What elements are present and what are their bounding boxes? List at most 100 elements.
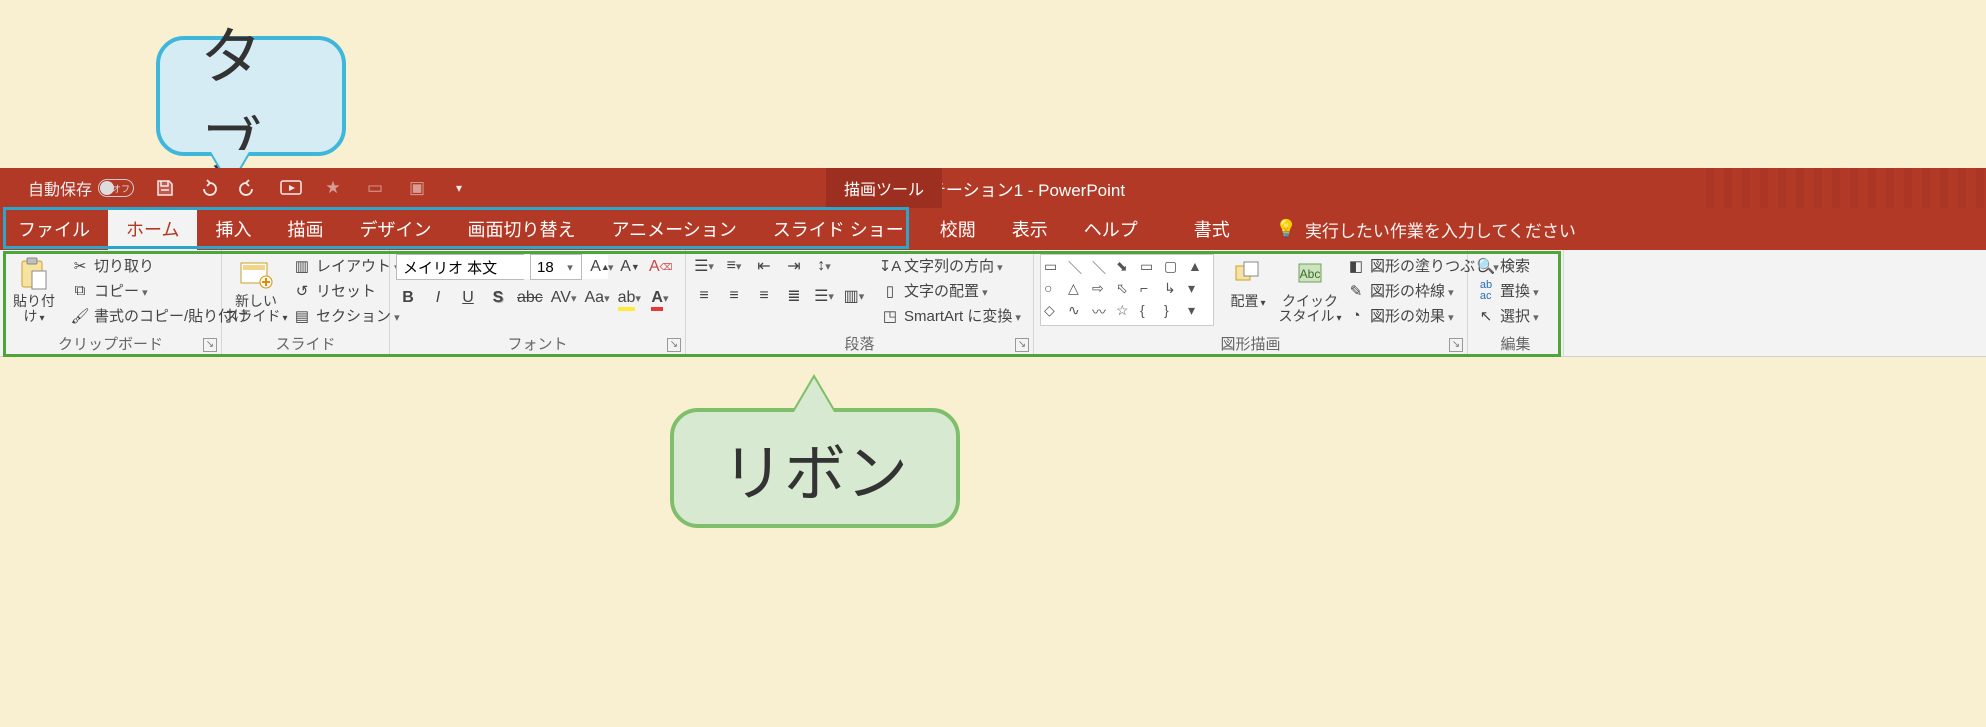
tab-help[interactable]: ヘルプ [1066, 208, 1156, 250]
tab-file[interactable]: ファイル [0, 208, 108, 250]
shape-icon[interactable]: ▭ [1140, 258, 1162, 278]
clear-formatting-icon[interactable]: A⌫ [648, 255, 673, 279]
new-slide-button[interactable]: 新しい スライド [228, 254, 284, 327]
save-icon[interactable] [154, 177, 176, 199]
shape-icon[interactable]: ▲ [1188, 258, 1210, 278]
qat-icon-c[interactable]: ▣ [406, 177, 428, 199]
tab-home[interactable]: ホーム [108, 208, 197, 250]
tab-draw[interactable]: 描画 [269, 208, 341, 250]
justify-button[interactable]: ≣ [782, 284, 806, 308]
layout-icon: ▥ [292, 256, 312, 276]
shape-icon[interactable]: 〰 [1092, 302, 1114, 322]
titlebar-decoration [1706, 168, 1986, 208]
shape-icon[interactable]: ⬊ [1116, 258, 1138, 278]
tab-animations[interactable]: アニメーション [593, 208, 754, 250]
ribbon-tabs: ファイル ホーム 挿入 描画 デザイン 画面切り替え アニメーション スライド … [0, 208, 1986, 250]
drawing-launcher[interactable]: ↘ [1449, 338, 1463, 352]
arrange-button[interactable]: 配置 [1220, 254, 1276, 311]
replace-button[interactable]: abac置換 [1474, 279, 1541, 302]
quick-styles-button[interactable]: Abc クイック スタイル [1282, 254, 1338, 327]
group-font-label: フォント [396, 331, 679, 356]
reset-icon: ↺ [292, 281, 312, 301]
chevron-down-icon[interactable]: ▾ [561, 261, 579, 274]
shape-icon[interactable]: ∿ [1068, 302, 1090, 322]
redo-icon[interactable] [238, 177, 260, 199]
shape-icon[interactable]: ○ [1044, 280, 1066, 300]
italic-button[interactable]: I [426, 286, 450, 310]
shape-icon[interactable]: ◇ [1044, 302, 1066, 322]
qat-customize-icon[interactable]: ▾ [448, 177, 470, 199]
font-color-button[interactable]: A [648, 286, 672, 310]
columns-button[interactable]: ▥ [842, 284, 866, 308]
bold-button[interactable]: B [396, 286, 420, 310]
tell-me-search[interactable]: 💡 実行したい作業を入力してください [1276, 208, 1576, 250]
find-button[interactable]: 🔍検索 [1474, 254, 1541, 277]
text-direction-button[interactable]: ↧A文字列の方向 [878, 254, 1023, 277]
font-name-combo[interactable]: ▾ [396, 254, 524, 280]
highlight-color-button[interactable]: ab [617, 286, 642, 310]
align-text-button[interactable]: ▯文字の配置 [878, 279, 1023, 302]
shapes-gallery[interactable]: ▭＼＼⬊▭▢▲ ○△⇨⬁⌐↳▾ ◇∿〰☆{}▾ [1040, 254, 1214, 326]
clipboard-launcher[interactable]: ↘ [203, 338, 217, 352]
shape-gallery-more-icon[interactable]: ▾ [1188, 302, 1210, 322]
shape-icon[interactable]: ＼ [1068, 258, 1090, 278]
start-from-beginning-icon[interactable] [280, 177, 302, 199]
underline-button[interactable]: U [456, 286, 480, 310]
numbering-button[interactable]: ≡ [722, 254, 746, 278]
change-case-button[interactable]: Aa [583, 286, 610, 310]
tab-slideshow[interactable]: スライド ショー [755, 208, 922, 250]
section-label: セクション [316, 305, 400, 326]
paste-button[interactable]: 貼り付け [6, 254, 62, 327]
qat-icon-a[interactable]: ★ [322, 177, 344, 199]
reset-button[interactable]: ↺リセット [290, 279, 402, 302]
shape-icon[interactable]: } [1164, 302, 1186, 322]
section-icon: ▤ [292, 306, 312, 326]
shape-icon[interactable]: ＼ [1092, 258, 1114, 278]
line-spacing-button[interactable]: ↕ [812, 254, 836, 278]
tab-insert[interactable]: 挿入 [197, 208, 269, 250]
char-spacing-button[interactable]: AV [550, 286, 578, 310]
undo-icon[interactable] [196, 177, 218, 199]
shape-icon[interactable]: ⇨ [1092, 280, 1114, 300]
convert-smartart-button[interactable]: ◳SmartArt に変換 [878, 304, 1023, 327]
tab-review[interactable]: 校閲 [922, 208, 994, 250]
align-right-button[interactable]: ≡ [752, 284, 776, 308]
qat-icon-b[interactable]: ▭ [364, 177, 386, 199]
distribute-button[interactable]: ☰ [812, 284, 836, 308]
tab-transitions[interactable]: 画面切り替え [449, 208, 593, 250]
bullets-button[interactable]: ☰ [692, 254, 716, 278]
font-size-combo[interactable]: ▾ [530, 254, 582, 280]
tab-view[interactable]: 表示 [994, 208, 1066, 250]
decrease-font-icon[interactable]: A▼ [618, 255, 642, 279]
shape-icon[interactable]: ▾ [1188, 280, 1210, 300]
select-button[interactable]: ↖選択 [1474, 304, 1541, 327]
shape-icon[interactable]: ▢ [1164, 258, 1186, 278]
layout-button[interactable]: ▥レイアウト [290, 254, 402, 277]
shape-icon[interactable]: ↳ [1164, 280, 1186, 300]
autosave-toggle[interactable]: 自動保存 オフ [28, 176, 134, 200]
font-launcher[interactable]: ↘ [667, 338, 681, 352]
shape-icon[interactable]: ▭ [1044, 258, 1066, 278]
shadow-button[interactable]: S [486, 286, 510, 310]
tab-design[interactable]: デザイン [341, 208, 449, 250]
tab-format[interactable]: 書式 [1176, 208, 1248, 250]
toggle-off-icon[interactable]: オフ [98, 179, 134, 197]
shape-icon[interactable]: △ [1068, 280, 1090, 300]
shape-icon[interactable]: ⬁ [1116, 280, 1138, 300]
shape-icon[interactable]: ☆ [1116, 302, 1138, 322]
increase-indent-button[interactable]: ⇥ [782, 254, 806, 278]
shape-icon[interactable]: ⌐ [1140, 280, 1162, 300]
strikethrough-button[interactable]: abc [516, 286, 544, 310]
group-paragraph-label: 段落 [692, 331, 1027, 356]
shape-fill-icon: ◧ [1346, 256, 1366, 276]
decrease-indent-button[interactable]: ⇤ [752, 254, 776, 278]
cut-label: 切り取り [94, 255, 154, 276]
align-text-icon: ▯ [880, 281, 900, 301]
shape-icon[interactable]: { [1140, 302, 1162, 322]
section-button[interactable]: ▤セクション [290, 304, 402, 327]
paragraph-launcher[interactable]: ↘ [1015, 338, 1029, 352]
align-center-button[interactable]: ≡ [722, 284, 746, 308]
align-left-button[interactable]: ≡ [692, 284, 716, 308]
increase-font-icon[interactable]: A▲ [588, 255, 612, 279]
font-size-input[interactable] [531, 255, 561, 279]
